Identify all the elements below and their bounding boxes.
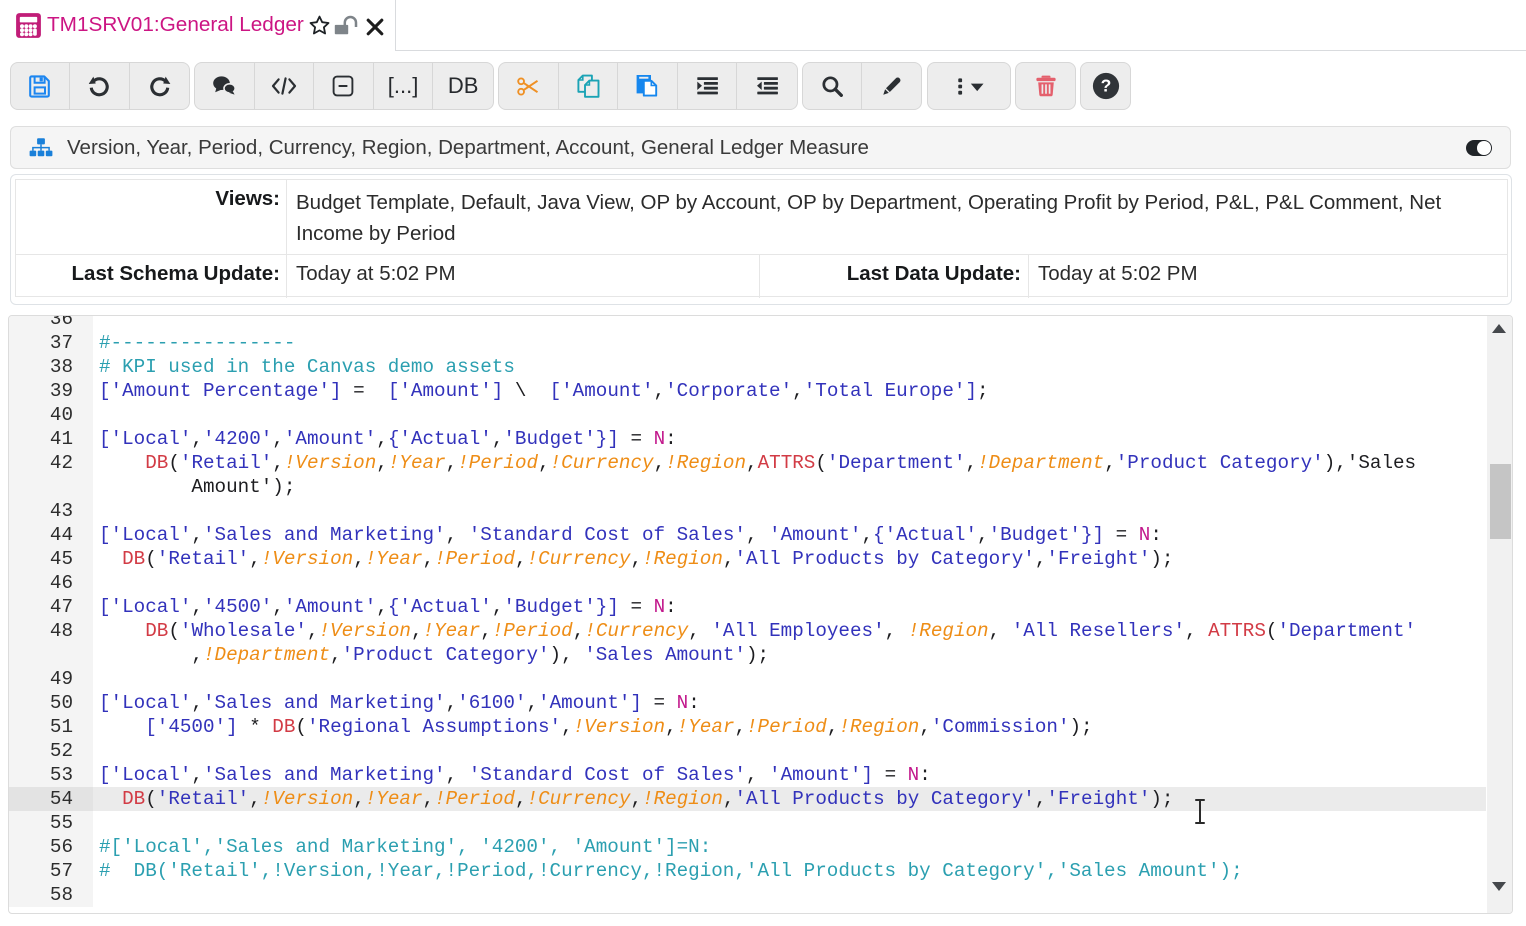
svg-text:?: ?	[1100, 76, 1111, 96]
